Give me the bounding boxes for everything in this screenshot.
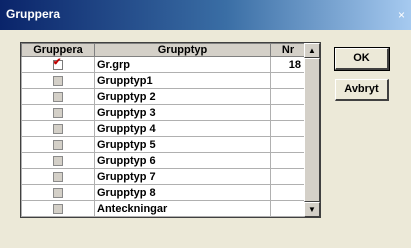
- nr-cell[interactable]: [270, 184, 306, 201]
- group-checkbox[interactable]: [53, 91, 63, 102]
- group-table: Gruppera Grupptyp Nr Gr.grp18Grupptyp1Gr…: [21, 43, 306, 217]
- group-checkbox-cell[interactable]: [21, 152, 95, 169]
- group-checkbox-cell[interactable]: [21, 136, 95, 153]
- grupptyp-cell[interactable]: Grupptyp 8: [94, 184, 271, 201]
- close-icon[interactable]: ×: [395, 9, 408, 22]
- nr-cell[interactable]: [270, 200, 306, 217]
- scroll-thumb[interactable]: [304, 58, 320, 202]
- group-checkbox[interactable]: [53, 187, 63, 198]
- group-checkbox[interactable]: [53, 107, 63, 118]
- group-checkbox-cell[interactable]: [21, 56, 95, 73]
- table-row[interactable]: Grupptyp 5: [21, 136, 306, 153]
- grupptyp-cell[interactable]: Grupptyp 3: [94, 104, 271, 121]
- group-checkbox[interactable]: [53, 171, 63, 182]
- group-checkbox-cell[interactable]: [21, 184, 95, 201]
- group-checkbox[interactable]: [53, 203, 63, 214]
- group-checkbox-cell[interactable]: [21, 168, 95, 185]
- nr-cell[interactable]: [270, 104, 306, 121]
- table-row[interactable]: Anteckningar: [21, 200, 306, 217]
- grupptyp-cell[interactable]: Grupptyp 7: [94, 168, 271, 185]
- table-row[interactable]: Gr.grp18: [21, 56, 306, 73]
- grupptyp-cell[interactable]: Grupptyp1: [94, 72, 271, 89]
- title-bar[interactable]: Gruppera ×: [0, 0, 411, 30]
- grupptyp-cell[interactable]: Grupptyp 2: [94, 88, 271, 105]
- grupptyp-cell[interactable]: Grupptyp 4: [94, 120, 271, 137]
- table-row[interactable]: Grupptyp 6: [21, 152, 306, 169]
- grupptyp-cell[interactable]: Grupptyp 6: [94, 152, 271, 169]
- group-checkbox-cell[interactable]: [21, 72, 95, 89]
- vertical-scrollbar[interactable]: ▲ ▼: [304, 43, 320, 217]
- window-title: Gruppera: [6, 7, 61, 21]
- group-checkbox[interactable]: [53, 139, 63, 150]
- group-checkbox-cell[interactable]: [21, 200, 95, 217]
- column-header-grupptyp[interactable]: Grupptyp: [94, 43, 271, 57]
- table-row[interactable]: Grupptyp 3: [21, 104, 306, 121]
- table-row[interactable]: Grupptyp1: [21, 72, 306, 89]
- grupptyp-cell[interactable]: Anteckningar: [94, 200, 271, 217]
- scroll-up-button[interactable]: ▲: [304, 43, 320, 58]
- ok-button[interactable]: OK: [334, 47, 390, 71]
- column-header-gruppera[interactable]: Gruppera: [21, 43, 95, 57]
- group-checkbox[interactable]: [53, 75, 63, 86]
- nr-cell[interactable]: [270, 136, 306, 153]
- group-checkbox-cell[interactable]: [21, 104, 95, 121]
- group-grid: Gruppera Grupptyp Nr Gr.grp18Grupptyp1Gr…: [20, 42, 321, 218]
- nr-cell[interactable]: 18: [270, 56, 306, 73]
- group-checkbox[interactable]: [53, 155, 63, 166]
- nr-cell[interactable]: [270, 152, 306, 169]
- scroll-down-button[interactable]: ▼: [304, 202, 320, 217]
- group-checkbox[interactable]: [53, 58, 63, 70]
- dialog-window: Gruppera × Gruppera Grupptyp Nr Gr.grp18…: [0, 0, 411, 248]
- nr-cell[interactable]: [270, 120, 306, 137]
- nr-cell[interactable]: [270, 88, 306, 105]
- grupptyp-cell[interactable]: Grupptyp 5: [94, 136, 271, 153]
- table-row[interactable]: Grupptyp 2: [21, 88, 306, 105]
- table-header-row: Gruppera Grupptyp Nr: [21, 43, 306, 57]
- group-checkbox-cell[interactable]: [21, 120, 95, 137]
- group-checkbox[interactable]: [53, 123, 63, 134]
- nr-cell[interactable]: [270, 168, 306, 185]
- nr-cell[interactable]: [270, 72, 306, 89]
- group-checkbox-cell[interactable]: [21, 88, 95, 105]
- table-row[interactable]: Grupptyp 7: [21, 168, 306, 185]
- table-row[interactable]: Grupptyp 4: [21, 120, 306, 137]
- cancel-button[interactable]: Avbryt: [335, 79, 389, 101]
- column-header-nr[interactable]: Nr: [270, 43, 306, 57]
- grupptyp-cell[interactable]: Gr.grp: [94, 56, 271, 73]
- table-row[interactable]: Grupptyp 8: [21, 184, 306, 201]
